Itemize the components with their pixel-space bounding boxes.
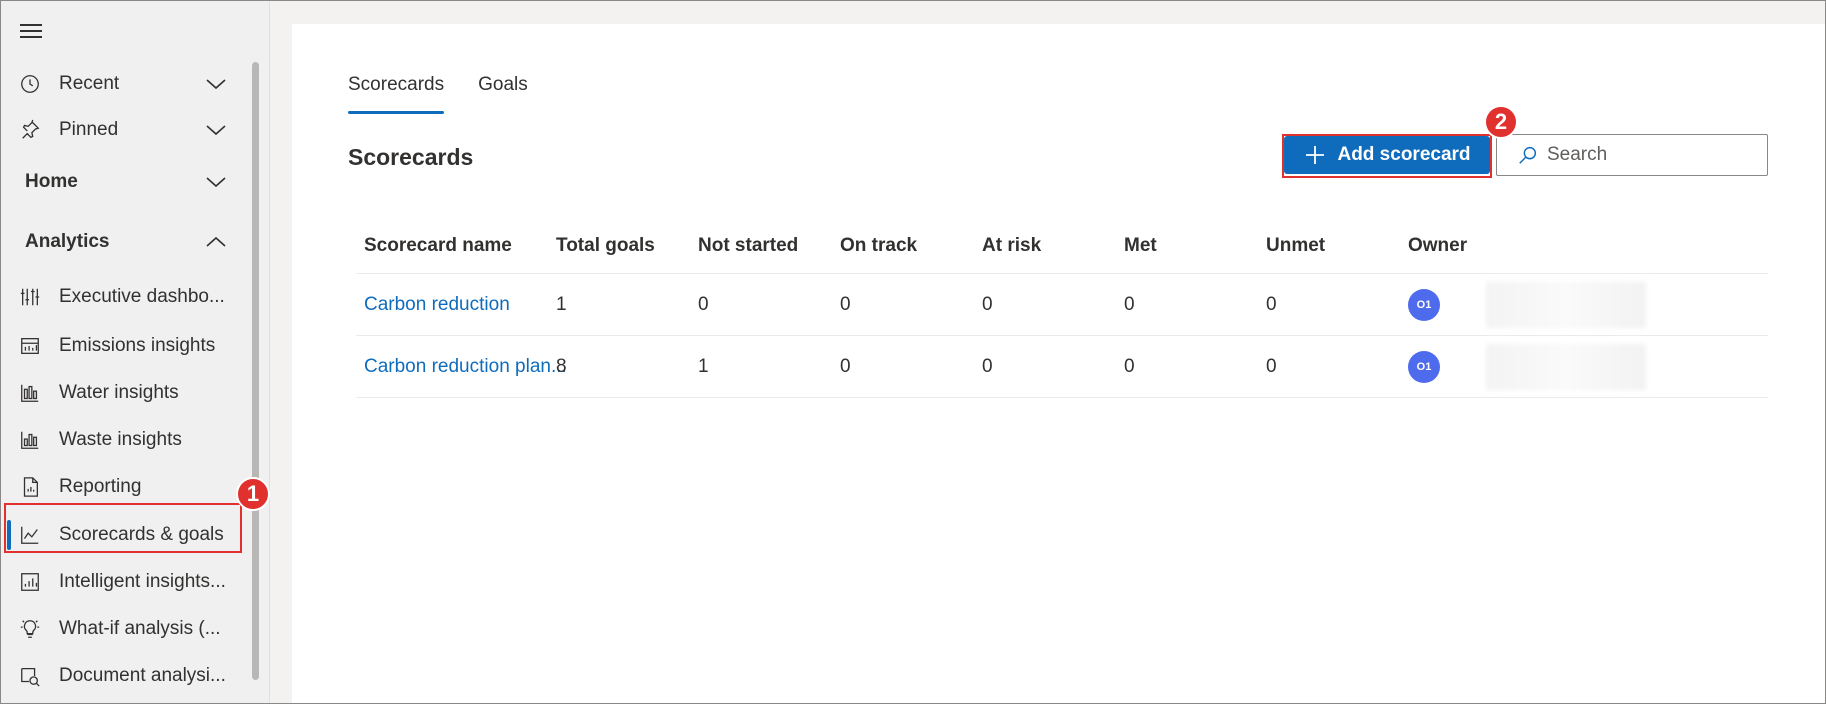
on-track-value: 0 [840,293,851,315]
column-header-owner[interactable]: Owner [1408,218,1467,273]
sidebar-item-executive-dashboard[interactable]: Executive dashbo... [0,275,250,319]
sidebar-item-label: Intelligent insights... [59,571,226,592]
sidebar-item-water-insights[interactable]: Water insights [0,371,250,415]
bar-chart-icon [18,381,42,405]
avatar[interactable]: O1 [1408,350,1440,383]
owner-cell: O1 [1408,274,1440,335]
add-scorecard-label: Add scorecard [1337,144,1471,165]
not-started-value: 1 [698,355,709,377]
column-header-name[interactable]: Scorecard name [364,218,512,273]
unmet-value: 0 [1266,355,1277,377]
table-row[interactable]: Carbon reduction 1 0 0 0 0 0 O1 [356,274,1768,336]
tab-scorecards[interactable]: Scorecards [348,74,445,114]
dashboard-sliders-icon [18,285,42,309]
sidebar-item-reporting[interactable]: Reporting [0,465,250,509]
redacted-owner-name [1486,344,1646,390]
sidebar-item-label: Emissions insights [59,335,216,356]
met-value: 0 [1124,355,1135,377]
section-label: Home [25,171,78,192]
column-header-on-track[interactable]: On track [840,218,917,273]
sidebar-section-home[interactable]: Home [0,160,250,204]
avatar[interactable]: O1 [1408,288,1440,321]
sidebar-item-recent[interactable]: Recent [0,62,250,106]
not-started-value: 0 [698,293,709,315]
scorecard-name-link[interactable]: Carbon reduction plan... [364,336,567,397]
unmet-value: 0 [1266,293,1277,315]
search-input[interactable] [1547,144,1757,166]
sidebar-item-label: Water insights [59,382,179,403]
add-scorecard-button[interactable]: Add scorecard [1284,136,1490,174]
plus-icon [1303,143,1327,167]
at-risk-value: 0 [982,293,993,315]
at-risk-value: 0 [982,355,993,377]
tab-goals[interactable]: Goals [478,74,528,114]
document-search-icon [18,664,42,688]
page-title: Scorecards [348,144,474,170]
bar-chart-icon [18,428,42,452]
sidebar-item-waste-insights[interactable]: Waste insights [0,418,250,462]
sidebar-item-emissions-insights[interactable]: Emissions insights [0,324,250,368]
chevron-down-icon[interactable] [204,74,228,94]
sidebar-item-label: What-if analysis (... [59,618,221,639]
sidebar-item-scorecards-goals[interactable]: Scorecards & goals [0,513,250,557]
owner-cell: O1 [1408,336,1440,397]
search-box[interactable] [1496,134,1768,176]
column-header-unmet[interactable]: Unmet [1266,218,1325,273]
search-icon [1517,144,1539,166]
column-header-not-started[interactable]: Not started [698,218,798,273]
sidebar-item-pinned[interactable]: Pinned [0,108,250,152]
chart-table-icon [18,334,42,358]
tab-bar: Scorecards Goals [348,74,562,114]
chevron-down-icon[interactable] [204,172,228,192]
column-header-total-goals[interactable]: Total goals [556,218,655,273]
sidebar: Recent Pinned Home Analytics Executive d… [0,0,270,704]
redacted-owner-name [1486,282,1646,328]
total-goals-value: 1 [556,293,567,315]
met-value: 0 [1124,293,1135,315]
sidebar-item-label: Waste insights [59,429,182,450]
insights-chart-icon [18,570,42,594]
pin-icon [18,118,42,142]
scrollbar-thumb[interactable] [252,62,259,680]
scorecard-name-link[interactable]: Carbon reduction [364,274,510,335]
lightbulb-icon [18,617,42,641]
main-content: Scorecards Goals Scorecards Add scorecar… [292,24,1826,704]
sidebar-item-label: Scorecards & goals [59,524,224,545]
sidebar-item-label: Pinned [59,119,119,140]
sidebar-item-label: Reporting [59,476,142,497]
column-header-met[interactable]: Met [1124,218,1157,273]
total-goals-value: 8 [556,355,567,377]
report-document-icon [18,475,42,499]
section-label: Analytics [25,231,110,252]
chevron-up-icon[interactable] [204,232,228,252]
clock-icon [18,72,42,96]
on-track-value: 0 [840,355,851,377]
sidebar-section-analytics[interactable]: Analytics [0,220,250,264]
callout-badge-1: 1 [236,477,270,511]
sidebar-item-label: Recent [59,73,120,94]
chevron-down-icon[interactable] [204,120,228,140]
sidebar-item-what-if-analysis[interactable]: What-if analysis (... [0,607,250,651]
table-header-row: Scorecard name Total goals Not started O… [356,218,1768,274]
callout-badge-2: 2 [1484,105,1518,139]
line-chart-icon [18,523,42,547]
table-row[interactable]: Carbon reduction plan... 8 1 0 0 0 0 O1 [356,336,1768,398]
hamburger-menu-icon[interactable] [20,24,42,38]
sidebar-item-label: Executive dashbo... [59,286,225,307]
sidebar-item-document-analysis[interactable]: Document analysi... [0,654,250,698]
column-header-at-risk[interactable]: At risk [982,218,1041,273]
sidebar-scrollbar[interactable] [252,62,260,680]
sidebar-item-intelligent-insights[interactable]: Intelligent insights... [0,560,250,604]
scorecards-table: Scorecard name Total goals Not started O… [356,218,1768,398]
sidebar-item-label: Document analysi... [59,665,226,686]
